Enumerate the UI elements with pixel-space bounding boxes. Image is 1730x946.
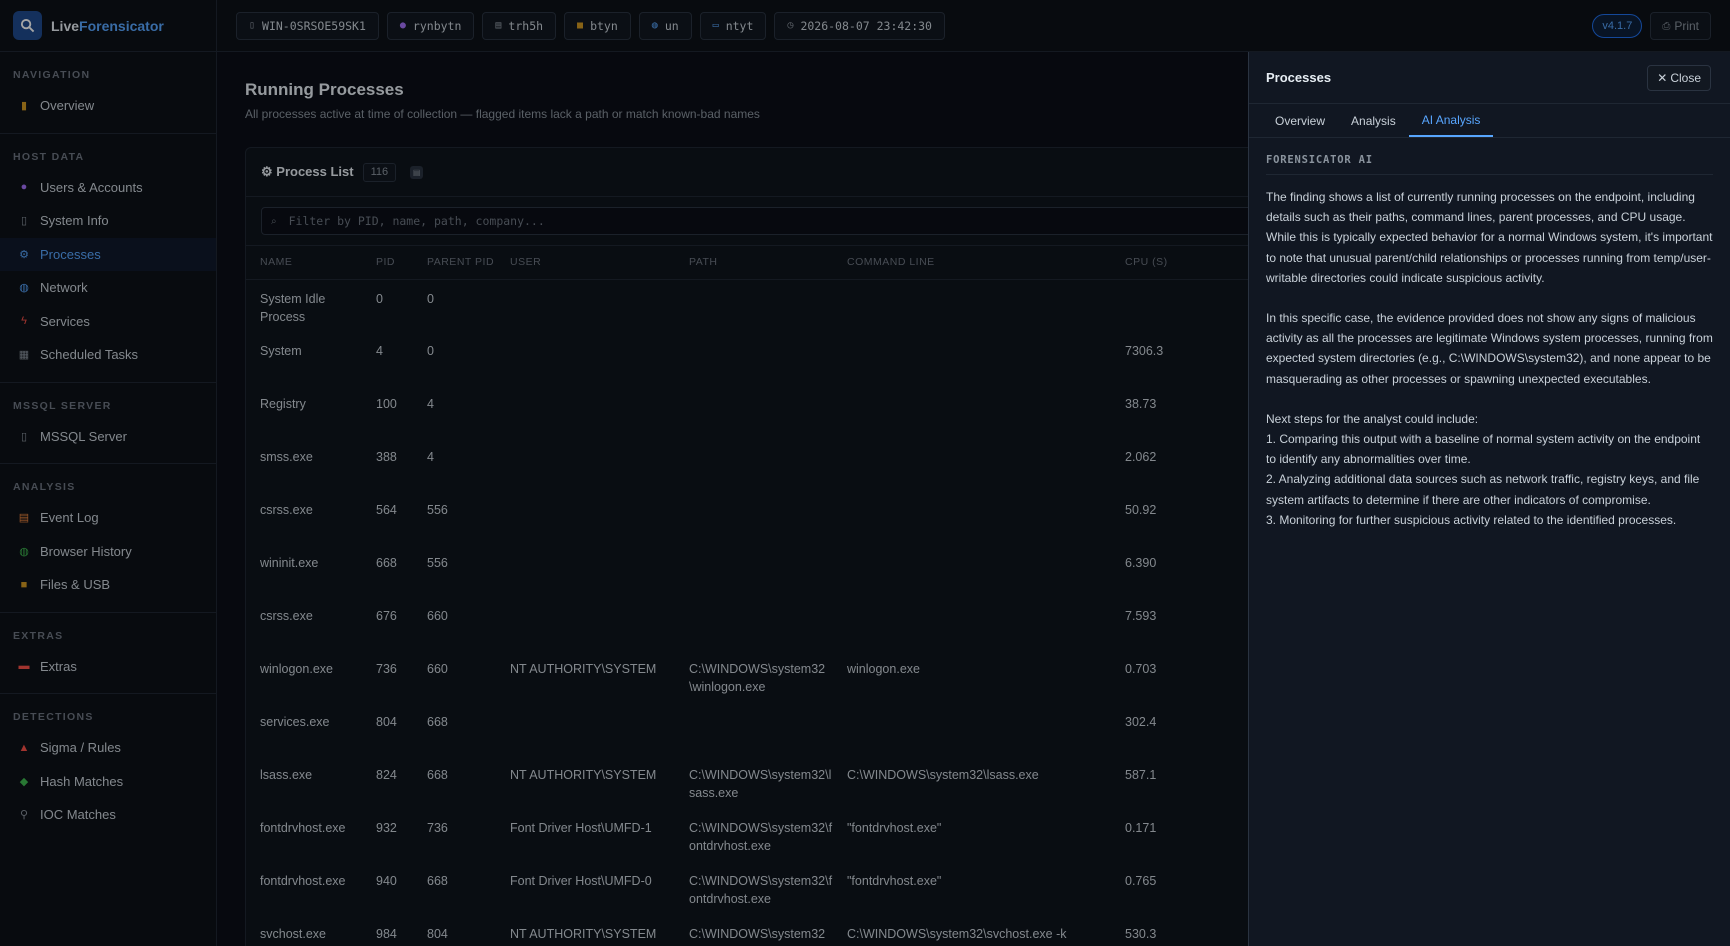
ai-paragraph: The finding shows a list of currently ru… bbox=[1266, 190, 1713, 285]
details-drawer: Processes ✕ Close Overview Analysis AI Anal… bbox=[1248, 52, 1730, 946]
tab-overview[interactable]: Overview bbox=[1262, 104, 1338, 137]
close-icon: ✕ bbox=[1657, 71, 1668, 85]
next-step-item: 2. Analyzing additional data sources suc… bbox=[1266, 472, 1700, 507]
close-button[interactable]: ✕ Close bbox=[1647, 65, 1711, 91]
next-steps-intro: Next steps for the analyst could include… bbox=[1266, 411, 1479, 426]
ai-label: FORENSICATOR AI bbox=[1266, 154, 1713, 175]
close-label: Close bbox=[1670, 71, 1701, 85]
ai-paragraph: In this specific case, the evidence prov… bbox=[1266, 311, 1713, 386]
drawer-tabs: Overview Analysis AI Analysis bbox=[1249, 104, 1730, 138]
next-step-item: 1. Comparing this output with a baseline… bbox=[1266, 432, 1701, 467]
drawer-title: Processes bbox=[1266, 70, 1332, 85]
tab-analysis[interactable]: Analysis bbox=[1338, 104, 1409, 137]
next-step-item: 3. Monitoring for further suspicious act… bbox=[1266, 512, 1677, 527]
tab-ai-analysis[interactable]: AI Analysis bbox=[1408, 104, 1494, 137]
ai-analysis-panel: FORENSICATOR AI The finding shows a list… bbox=[1249, 138, 1730, 530]
drawer-header: Processes ✕ Close bbox=[1249, 52, 1730, 104]
